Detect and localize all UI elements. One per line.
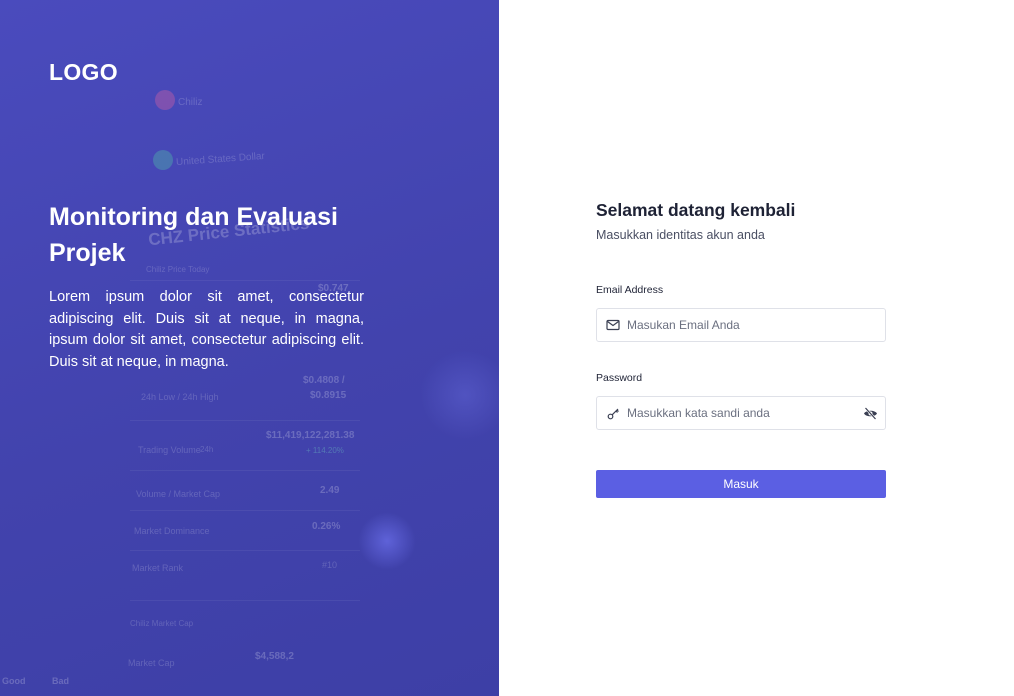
background-glow bbox=[420, 350, 499, 440]
background-glow bbox=[358, 512, 416, 570]
login-subtitle: Masukkan identitas akun anda bbox=[596, 228, 765, 242]
hero-panel: Chiliz United States Dollar CHZ Price St… bbox=[0, 0, 499, 696]
background-text: United States Dollar bbox=[175, 150, 266, 169]
login-button[interactable]: Masuk bbox=[596, 470, 886, 498]
background-text: #10 bbox=[322, 560, 338, 570]
background-text: $11,419,122,281.38 bbox=[266, 430, 355, 441]
background-text: Trading Volume bbox=[138, 445, 201, 455]
background-text: Market Dominance bbox=[134, 526, 210, 536]
password-input[interactable] bbox=[627, 397, 855, 429]
background-text: Good bbox=[2, 676, 26, 686]
hero-description: Lorem ipsum dolor sit amet, consectetur … bbox=[49, 289, 364, 370]
background-text: 24h Low / 24h High bbox=[141, 392, 219, 402]
background-text: + 114.20% bbox=[306, 446, 344, 455]
background-text: Volume / Market Cap bbox=[136, 489, 221, 499]
background-text: 24h bbox=[200, 445, 214, 454]
background-text: Bad bbox=[52, 676, 70, 686]
logo: LOGO bbox=[49, 59, 118, 85]
mail-icon bbox=[597, 309, 627, 341]
email-input[interactable] bbox=[627, 309, 885, 341]
login-title: Selamat datang kembali bbox=[596, 200, 796, 220]
dollar-coin-icon bbox=[153, 150, 173, 170]
background-text: Chiliz bbox=[178, 97, 203, 108]
background-text: Market Cap bbox=[128, 658, 175, 668]
chiliz-coin-icon bbox=[155, 90, 175, 110]
login-panel: Selamat datang kembali Masukkan identita… bbox=[499, 0, 1014, 696]
background-text: 2.49 bbox=[320, 485, 340, 496]
hero-title: Monitoring dan Evaluasi Projek bbox=[49, 203, 338, 267]
background-text: $0.8915 bbox=[310, 390, 347, 401]
background-text: $4,588,2 bbox=[255, 651, 294, 662]
background-text: Chiliz Market Cap bbox=[130, 619, 194, 628]
password-label: Password bbox=[596, 372, 643, 384]
background-text: 0.26% bbox=[312, 521, 341, 532]
password-field bbox=[596, 396, 886, 430]
email-field bbox=[596, 308, 886, 342]
eye-off-icon[interactable] bbox=[855, 397, 885, 429]
email-label: Email Address bbox=[596, 284, 664, 296]
key-icon bbox=[597, 397, 627, 429]
background-text: Market Rank bbox=[132, 563, 184, 573]
background-text: $0.4808 / bbox=[303, 375, 345, 386]
